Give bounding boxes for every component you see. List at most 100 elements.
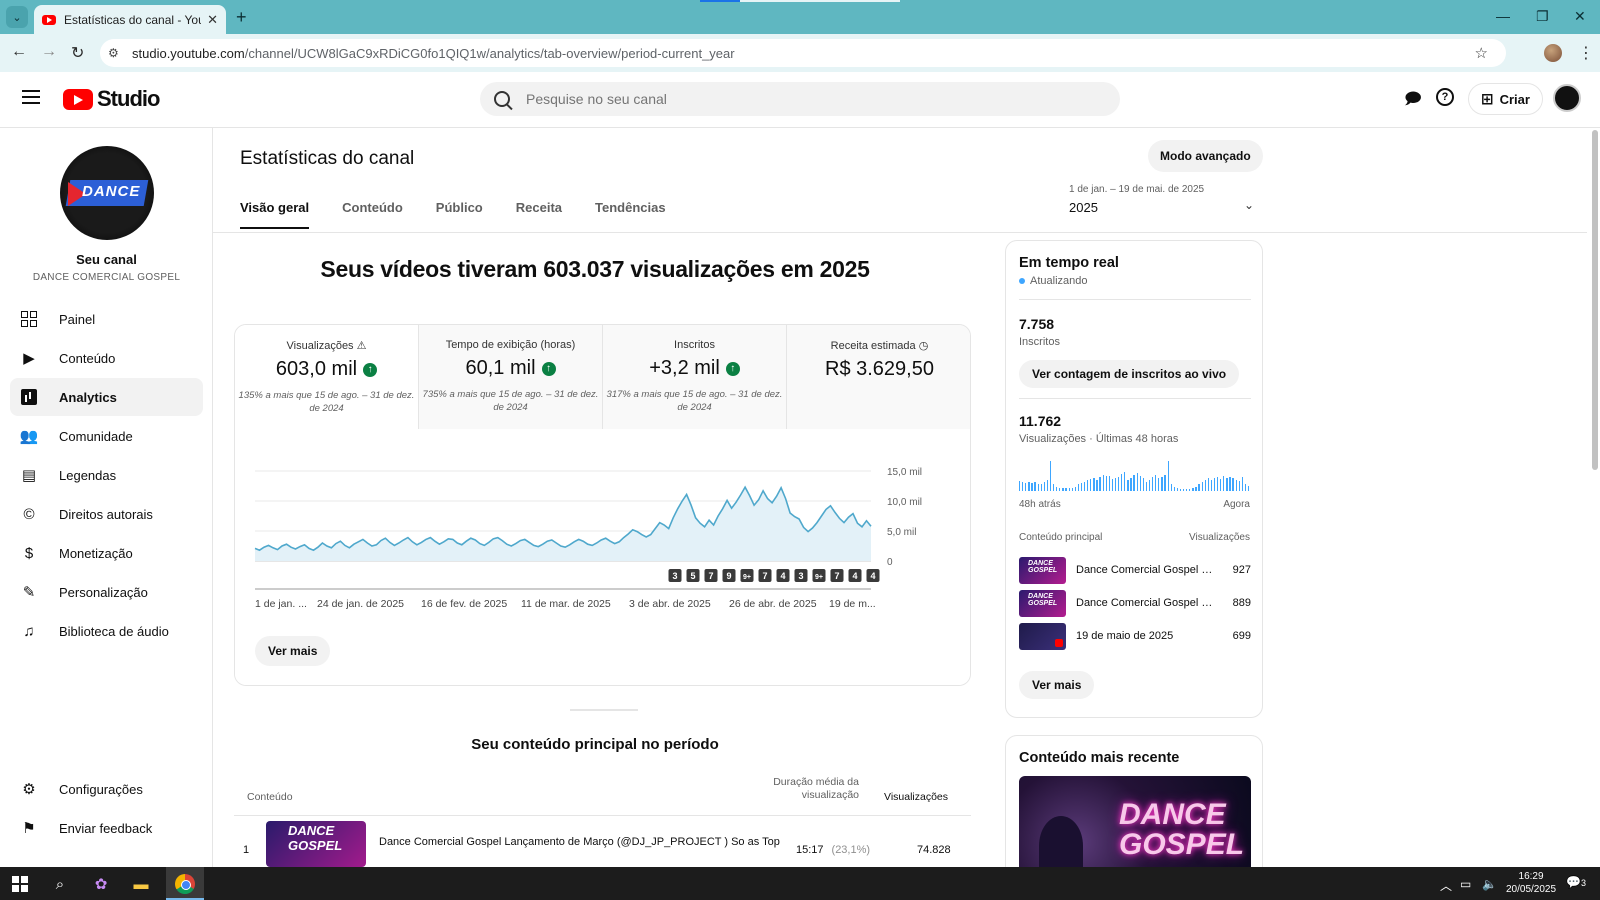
site-info-icon[interactable]: ⚙ <box>108 46 122 60</box>
date-range-picker[interactable]: 1 de jan. – 19 de mai. de 2025 2025 <box>1069 184 1204 215</box>
sidebar-item-community[interactable]: 👥 Comunidade <box>10 417 203 455</box>
logo-text: Studio <box>97 86 160 111</box>
realtime-item[interactable]: 19 de maio de 2025 699 <box>1019 623 1251 650</box>
item-title: Dance Comercial Gospel 2... <box>1076 564 1216 576</box>
community-icon: 👥 <box>19 428 39 445</box>
search-input[interactable] <box>526 91 1086 107</box>
sidebar-item-analytics[interactable]: Analytics <box>10 378 203 416</box>
copilot-icon[interactable]: ✿ <box>90 873 112 895</box>
realtime-bar <box>1087 480 1089 491</box>
sidebar-item-content[interactable]: ▶ Conteúdo <box>10 339 203 377</box>
realtime-item[interactable]: DANCE GOSPEL Dance Comercial Gospel L...… <box>1019 590 1251 617</box>
metric-views[interactable]: Visualizações ⚠ 603,0 mil ↑ 135% a mais q… <box>235 325 419 429</box>
realtime-bar <box>1238 481 1240 491</box>
event-marker-label: 7 <box>708 571 713 581</box>
tab-revenue[interactable]: Receita <box>516 200 562 229</box>
window-restore-icon[interactable]: ❐ <box>1536 8 1549 25</box>
sidebar-item-copyright[interactable]: © Direitos autorais <box>10 495 203 533</box>
window-minimize-icon[interactable]: — <box>1496 8 1510 24</box>
metric-revenue[interactable]: Receita estimada ◷ R$ 3.629,50 <box>787 325 970 429</box>
forward-arrow-icon[interactable]: → <box>41 43 57 61</box>
window-close-icon[interactable]: ✕ <box>1574 8 1586 25</box>
create-label: Criar <box>1499 91 1530 107</box>
tab-trends[interactable]: Tendências <box>595 200 666 229</box>
see-more-button[interactable]: Ver mais <box>255 636 331 666</box>
page-scrollbar[interactable] <box>1592 130 1598 470</box>
views-chart[interactable]: 0 5,0 mil 10,0 mil 15,0 mil 3 5 7 9 9+ 7 4 3 9+ 7 4 4 1 … <box>235 429 971 619</box>
address-bar[interactable]: ⚙ studio.youtube.com/channel/UCW8lGaC9xR… <box>100 39 1506 67</box>
see-more-button[interactable]: Ver mais <box>1019 671 1095 699</box>
chevron-down-icon[interactable]: ⌄ <box>1244 198 1254 212</box>
realtime-bar <box>1148 479 1151 491</box>
tab-close-icon[interactable]: ✕ <box>207 12 218 28</box>
browser-profile-avatar[interactable] <box>1544 44 1562 62</box>
help-icon[interactable]: ? <box>1436 88 1454 106</box>
new-tab-plus-icon[interactable]: + <box>236 7 247 28</box>
sidebar-item-subtitles[interactable]: ▤ Legendas <box>10 456 203 494</box>
realtime-bar <box>1053 484 1055 491</box>
channel-avatar[interactable]: DANCE <box>60 146 154 240</box>
recent-content-card: Conteúdo mais recente DANCE GOSPEL <box>1005 735 1263 885</box>
y-tick-label: 15,0 mil <box>887 467 922 478</box>
tab-content[interactable]: Conteúdo <box>342 200 403 229</box>
copyright-icon: © <box>23 505 35 523</box>
taskbar-clock[interactable]: 16:29 20/05/2025 <box>1506 870 1556 896</box>
realtime-item[interactable]: DANCE GOSPEL Dance Comercial Gospel 2...… <box>1019 557 1251 584</box>
bookmark-star-icon[interactable]: ☆ <box>1475 44 1488 62</box>
file-explorer-icon[interactable]: ▬ <box>130 873 152 895</box>
tab-audience[interactable]: Público <box>436 200 483 229</box>
col-duration: Duração média da visualização <box>753 776 859 802</box>
table-divider <box>234 815 971 816</box>
studio-logo[interactable]: Studio <box>63 86 160 112</box>
metric-subscribers[interactable]: Inscritos +3,2 mil ↑ 317% a mais que 15 d… <box>603 325 787 429</box>
top-content-title: Seu conteúdo principal no período <box>471 736 719 753</box>
metric-label: Inscritos <box>674 339 715 351</box>
chrome-icon[interactable] <box>174 873 196 895</box>
realtime-bar <box>1083 482 1086 491</box>
windows-start-icon[interactable] <box>9 873 31 895</box>
realtime-bar <box>1210 479 1213 491</box>
tray-chevron-icon[interactable]: ︿ <box>1440 877 1452 894</box>
metric-delta: 735% a mais que 15 de ago. – 31 de dez. … <box>422 389 599 413</box>
live-subscriber-count-button[interactable]: Ver contagem de inscritos ao vivo <box>1019 360 1240 388</box>
sidebar-item-monetization[interactable]: $ Monetização <box>10 534 203 572</box>
comments-icon[interactable]: 🗩 <box>1404 88 1422 115</box>
col-views[interactable]: Visualizações <box>884 791 948 803</box>
video-thumbnail[interactable]: DANCE GOSPEL <box>266 821 366 867</box>
notification-icon[interactable]: 💬3 <box>1566 875 1586 889</box>
search-icon[interactable] <box>494 91 510 107</box>
tab-search-button[interactable]: ⌄ <box>6 6 28 28</box>
realtime-bar <box>1241 477 1244 491</box>
tab-overview[interactable]: Visão geral <box>240 200 310 229</box>
realtime-bar <box>1136 473 1138 491</box>
advanced-mode-button[interactable]: Modo avançado <box>1148 140 1263 172</box>
account-avatar[interactable] <box>1553 84 1581 112</box>
realtime-bar-chart[interactable] <box>1019 459 1251 491</box>
browser-tab-active[interactable]: Estatísticas do canal - YouTube ✕ <box>34 5 226 34</box>
realtime-bar <box>1124 472 1126 491</box>
date-range-sub: 1 de jan. – 19 de mai. de 2025 <box>1069 184 1205 195</box>
video-title[interactable]: Dance Comercial Gospel Lançamento de Mar… <box>379 836 780 848</box>
network-icon[interactable]: ▭ <box>1460 877 1471 891</box>
metric-watch-time[interactable]: Tempo de exibição (horas) 60,1 mil ↑ 735%… <box>419 325 603 429</box>
date-range-value: 2025 <box>1069 200 1098 215</box>
sidebar-item-dashboard[interactable]: Painel <box>10 300 203 338</box>
realtime-bar <box>1065 488 1067 491</box>
avg-duration: 15:17 <box>796 844 824 856</box>
video-thumbnail <box>1019 623 1066 650</box>
reload-icon[interactable]: ↻ <box>71 43 84 63</box>
arrow-up-icon: ↑ <box>363 362 378 377</box>
create-button[interactable]: ⊞ Criar <box>1468 83 1543 115</box>
realtime-bar <box>1198 484 1200 491</box>
sidebar-item-customization[interactable]: ✎ Personalização <box>10 573 203 611</box>
menu-icon[interactable] <box>22 90 40 104</box>
sidebar-item-settings[interactable]: ⚙ Configurações <box>10 770 203 808</box>
youtube-favicon-icon <box>42 14 56 25</box>
volume-icon[interactable]: 🔈 <box>1482 877 1497 891</box>
browser-menu-icon[interactable]: ⋮ <box>1578 43 1594 63</box>
realtime-bar <box>1031 483 1033 491</box>
sidebar-item-audio-library[interactable]: ♫ Biblioteca de áudio <box>10 612 203 650</box>
back-arrow-icon[interactable]: ← <box>11 43 27 61</box>
search-icon[interactable]: ⌕ <box>49 873 71 895</box>
sidebar-item-feedback[interactable]: ⚑ Enviar feedback <box>10 809 203 847</box>
